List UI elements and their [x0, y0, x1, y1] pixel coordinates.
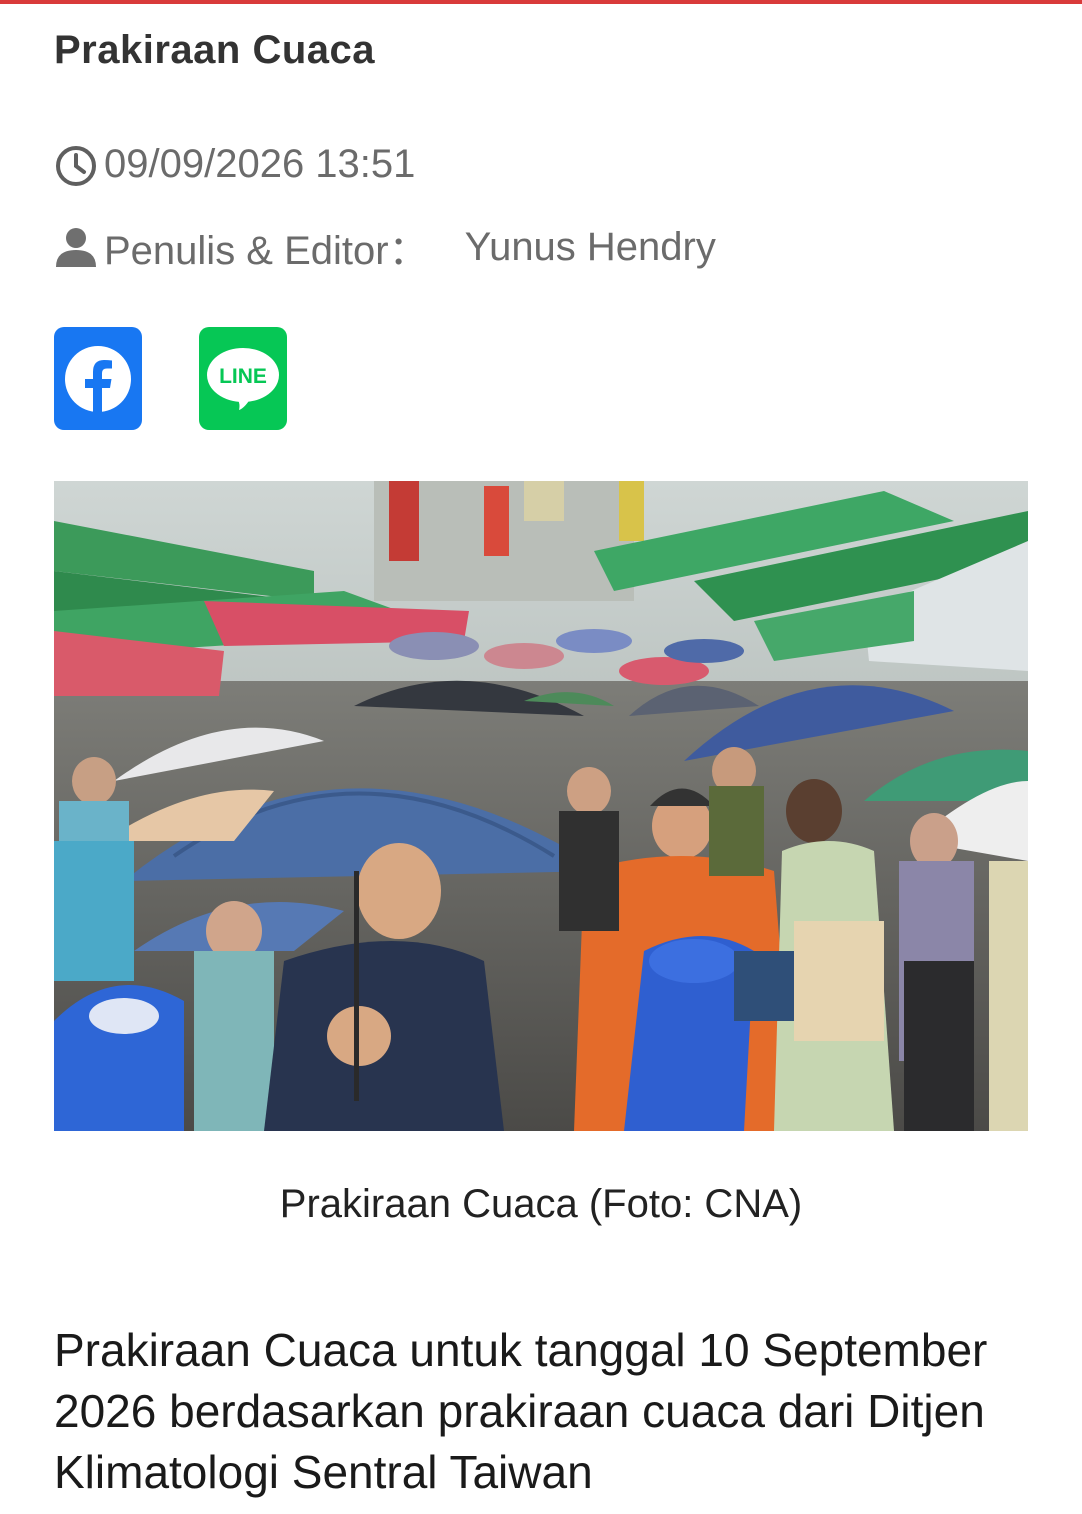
- facebook-icon: [65, 345, 131, 412]
- publish-date: 09/09/2026 13:51: [104, 142, 416, 186]
- article-page: Prakiraan Cuaca 09/09/2026 13:51 Penulis…: [0, 0, 1082, 1514]
- author-row: Penulis & Editor： Yunus Hendry: [54, 218, 716, 276]
- photo-caption: Prakiraan Cuaca (Foto: CNA): [279, 1182, 803, 1226]
- clock-icon: [56, 145, 96, 186]
- publish-date-row: 09/09/2026 13:51: [54, 142, 415, 187]
- author-name[interactable]: Yunus Hendry: [465, 225, 716, 270]
- top-accent-bar: [0, 0, 1082, 4]
- line-share-button[interactable]: LINE: [199, 327, 287, 430]
- line-logo-text: LINE: [219, 365, 267, 388]
- author-label: Penulis & Editor：: [104, 229, 429, 273]
- user-icon: [56, 228, 96, 267]
- lead-paragraph: Prakiraan Cuaca untuk tanggal 10 Septemb…: [54, 1324, 988, 1498]
- page-title: Prakiraan Cuaca: [54, 28, 376, 72]
- article-photo: [54, 481, 1028, 1131]
- line-icon: LINE: [207, 347, 279, 410]
- facebook-share-button[interactable]: [54, 327, 142, 430]
